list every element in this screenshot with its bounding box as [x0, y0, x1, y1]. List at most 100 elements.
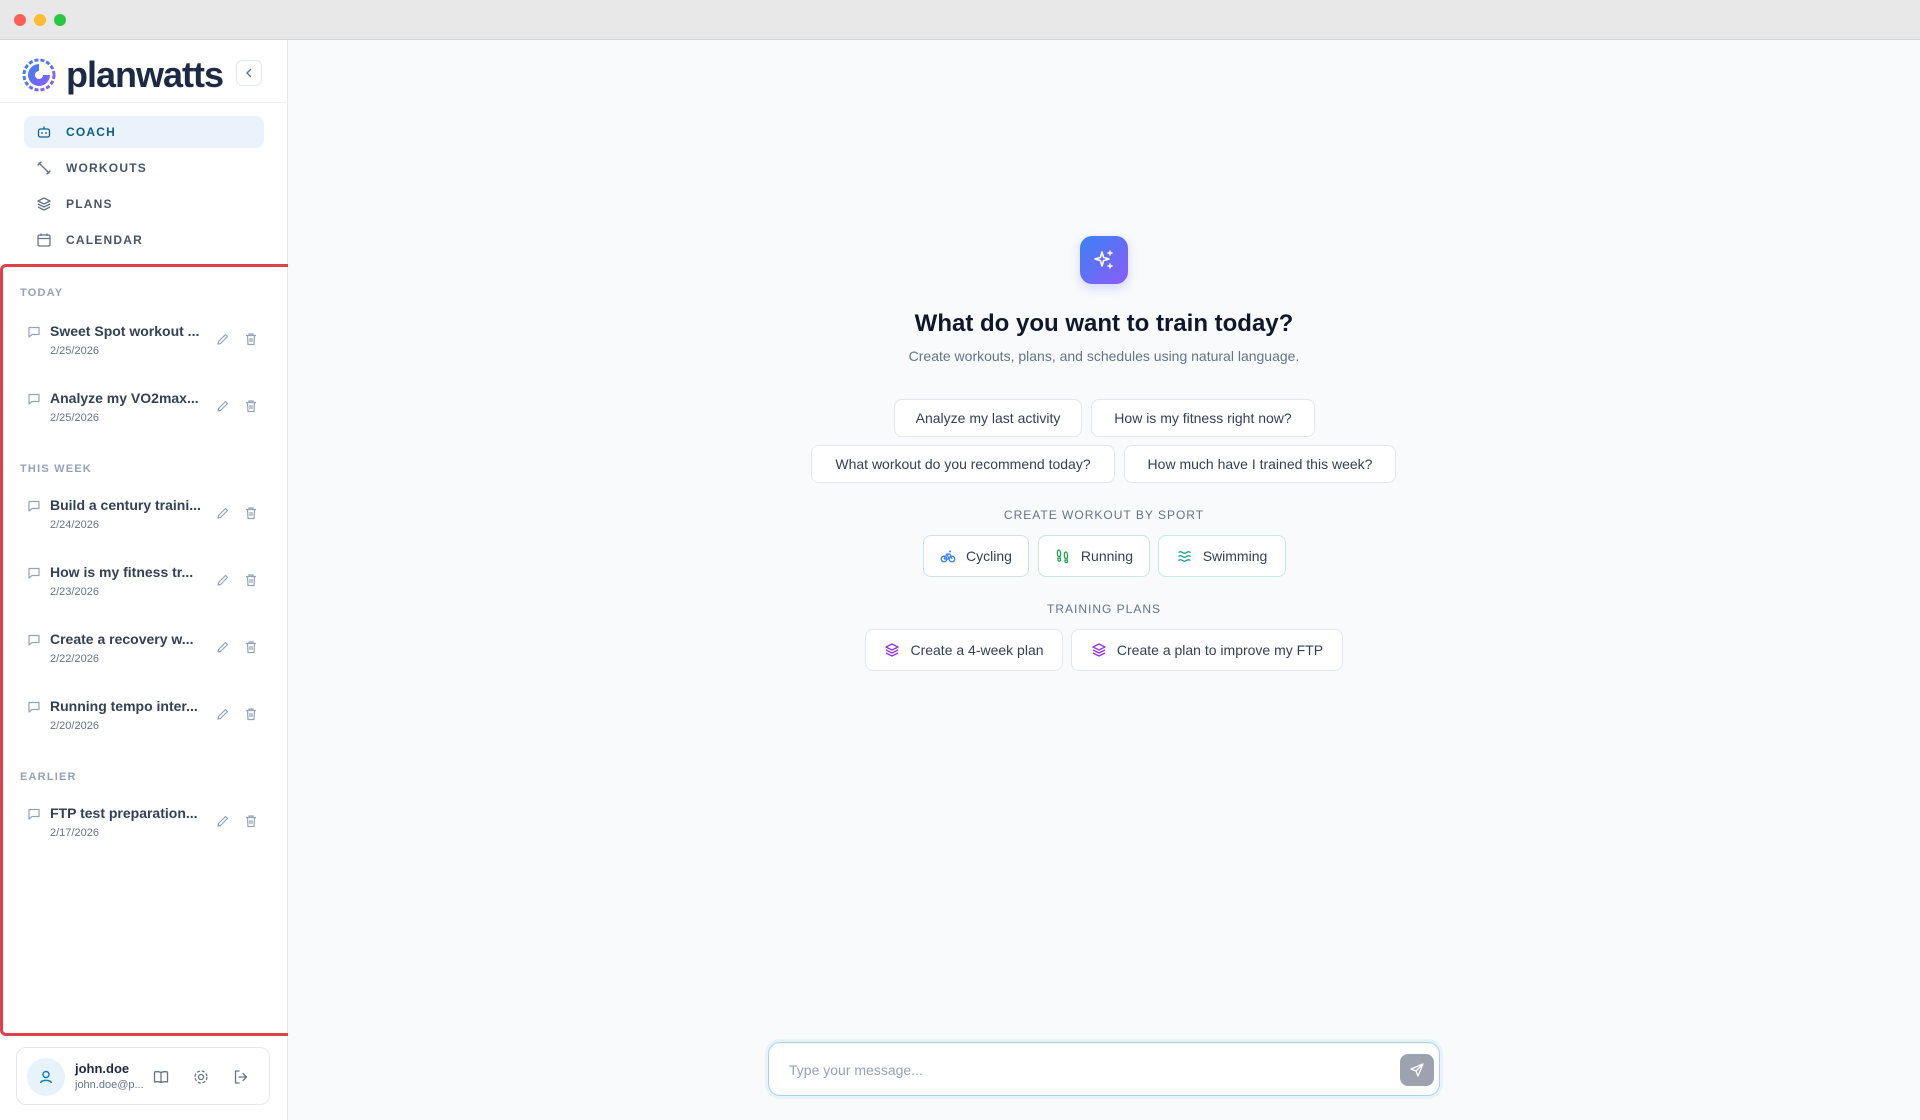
- edit-icon[interactable]: [215, 398, 231, 414]
- suggestion-chip[interactable]: How is my fitness right now?: [1091, 399, 1315, 437]
- message-input[interactable]: [789, 1055, 1369, 1085]
- calendar-icon: [36, 232, 52, 248]
- suggestion-chip[interactable]: Analyze my last activity: [894, 399, 1082, 437]
- plan-label: Create a 4-week plan: [910, 642, 1044, 658]
- edit-icon[interactable]: [215, 813, 231, 829]
- chat-icon: [28, 634, 40, 646]
- chat-icon: [28, 500, 40, 512]
- sidebar: planwatts COACH WORKOUTS PLANS CALENDAR …: [0, 40, 300, 1120]
- brand-name: planwatts: [66, 54, 224, 95]
- conversation-date: 2/22/2026: [50, 653, 99, 665]
- nav-item-workouts[interactable]: WORKOUTS: [24, 152, 264, 184]
- sport-label: Swimming: [1202, 548, 1268, 564]
- conversation-date: 2/23/2026: [50, 586, 99, 598]
- conversation-date: 2/17/2026: [50, 827, 99, 839]
- group-label-this-week: THIS WEEK: [20, 463, 92, 475]
- sport-label: Cycling: [966, 548, 1012, 564]
- send-button[interactable]: [1400, 1054, 1434, 1086]
- user-card: john.doe john.doe@p...: [16, 1047, 270, 1105]
- conversation-item[interactable]: Running tempo inter... 2/20/2026: [25, 698, 265, 746]
- title-bar: [0, 0, 1920, 40]
- conversation-title: Create a recovery w...: [50, 631, 194, 647]
- logout-icon[interactable]: [232, 1068, 250, 1086]
- chat-icon: [28, 326, 40, 338]
- trash-icon[interactable]: [243, 572, 259, 588]
- main-panel: What do you want to train today? Create …: [288, 40, 1920, 1120]
- trash-icon[interactable]: [243, 639, 259, 655]
- conversation-item[interactable]: FTP test preparation... 2/17/2026: [25, 805, 265, 853]
- suggestion-chip[interactable]: What workout do you recommend today?: [811, 445, 1115, 483]
- page-title: What do you want to train today?: [914, 310, 1294, 337]
- conversation-title: Analyze my VO2max...: [50, 390, 199, 406]
- avatar[interactable]: [27, 1058, 65, 1096]
- book-icon[interactable]: [152, 1068, 170, 1086]
- conversation-title: Sweet Spot workout ...: [50, 323, 200, 339]
- main-nav: COACH WORKOUTS PLANS CALENDAR: [24, 116, 264, 260]
- sport-label: Running: [1080, 548, 1134, 564]
- conversation-item[interactable]: Build a century traini... 2/24/2026: [25, 497, 265, 545]
- suggestion-chip[interactable]: How much have I trained this week?: [1124, 445, 1396, 483]
- conversation-item[interactable]: Analyze my VO2max... 2/25/2026: [25, 390, 265, 438]
- logo-icon: [22, 58, 56, 92]
- nav-label: COACH: [66, 125, 116, 139]
- collapse-sidebar-button[interactable]: [236, 60, 262, 86]
- dumbbell-icon: [36, 160, 52, 176]
- nav-label: PLANS: [66, 197, 113, 211]
- edit-icon[interactable]: [215, 331, 231, 347]
- divider: [0, 102, 288, 103]
- sport-button-running[interactable]: Running: [1038, 535, 1150, 577]
- conversation-date: 2/25/2026: [50, 412, 99, 424]
- user-icon: [39, 1070, 53, 1084]
- minimize-window-button[interactable]: [34, 14, 46, 26]
- trash-icon[interactable]: [243, 813, 259, 829]
- conversation-item[interactable]: How is my fitness tr... 2/23/2026: [25, 564, 265, 612]
- plans-section-label: TRAINING PLANS: [1046, 602, 1162, 616]
- edit-icon[interactable]: [215, 572, 231, 588]
- chat-icon: [28, 701, 40, 713]
- plan-button-4-week[interactable]: Create a 4-week plan: [865, 629, 1063, 671]
- chat-icon: [28, 393, 40, 405]
- conversation-title: Running tempo inter...: [50, 698, 198, 714]
- nav-label: WORKOUTS: [66, 161, 147, 175]
- conversation-title: Build a century traini...: [50, 497, 201, 513]
- sport-button-swimming[interactable]: Swimming: [1158, 535, 1286, 577]
- layers-icon: [36, 196, 52, 212]
- conversation-item[interactable]: Create a recovery w... 2/22/2026: [25, 631, 265, 679]
- sparkles-icon: [1080, 236, 1128, 284]
- nav-item-coach[interactable]: COACH: [24, 116, 264, 148]
- maximize-window-button[interactable]: [54, 14, 66, 26]
- send-icon: [1410, 1063, 1424, 1077]
- edit-icon[interactable]: [215, 639, 231, 655]
- gear-icon[interactable]: [192, 1068, 210, 1086]
- chat-icon: [28, 808, 40, 820]
- page-subtitle: Create workouts, plans, and schedules us…: [908, 348, 1300, 364]
- group-label-earlier: EARLIER: [20, 771, 77, 783]
- conversation-title: How is my fitness tr...: [50, 564, 194, 580]
- bot-icon: [36, 124, 52, 140]
- close-window-button[interactable]: [14, 14, 26, 26]
- conversation-item[interactable]: Sweet Spot workout ... 2/25/2026: [25, 323, 265, 371]
- conversation-title: FTP test preparation...: [50, 805, 198, 821]
- conversation-date: 2/24/2026: [50, 519, 99, 531]
- nav-item-calendar[interactable]: CALENDAR: [24, 224, 264, 256]
- waves-icon: [1177, 551, 1191, 562]
- trash-icon[interactable]: [243, 706, 259, 722]
- sport-section-label: CREATE WORKOUT BY SPORT: [1003, 508, 1205, 522]
- trash-icon[interactable]: [243, 398, 259, 414]
- trash-icon[interactable]: [243, 331, 259, 347]
- plan-label: Create a plan to improve my FTP: [1116, 642, 1324, 658]
- nav-item-plans[interactable]: PLANS: [24, 188, 264, 220]
- trash-icon[interactable]: [243, 505, 259, 521]
- conversation-history: TODAY Sweet Spot workout ... 2/25/2026 A…: [0, 264, 300, 1036]
- brand[interactable]: planwatts: [22, 52, 224, 98]
- layers-icon: [885, 643, 900, 657]
- group-label-today: TODAY: [20, 287, 64, 299]
- sport-button-cycling[interactable]: Cycling: [923, 535, 1029, 577]
- edit-icon[interactable]: [215, 505, 231, 521]
- user-name: john.doe: [75, 1061, 130, 1076]
- chat-icon: [28, 567, 40, 579]
- conversation-date: 2/20/2026: [50, 720, 99, 732]
- edit-icon[interactable]: [215, 706, 231, 722]
- layers-icon: [1092, 643, 1106, 657]
- plan-button-improve-ftp[interactable]: Create a plan to improve my FTP: [1071, 629, 1343, 671]
